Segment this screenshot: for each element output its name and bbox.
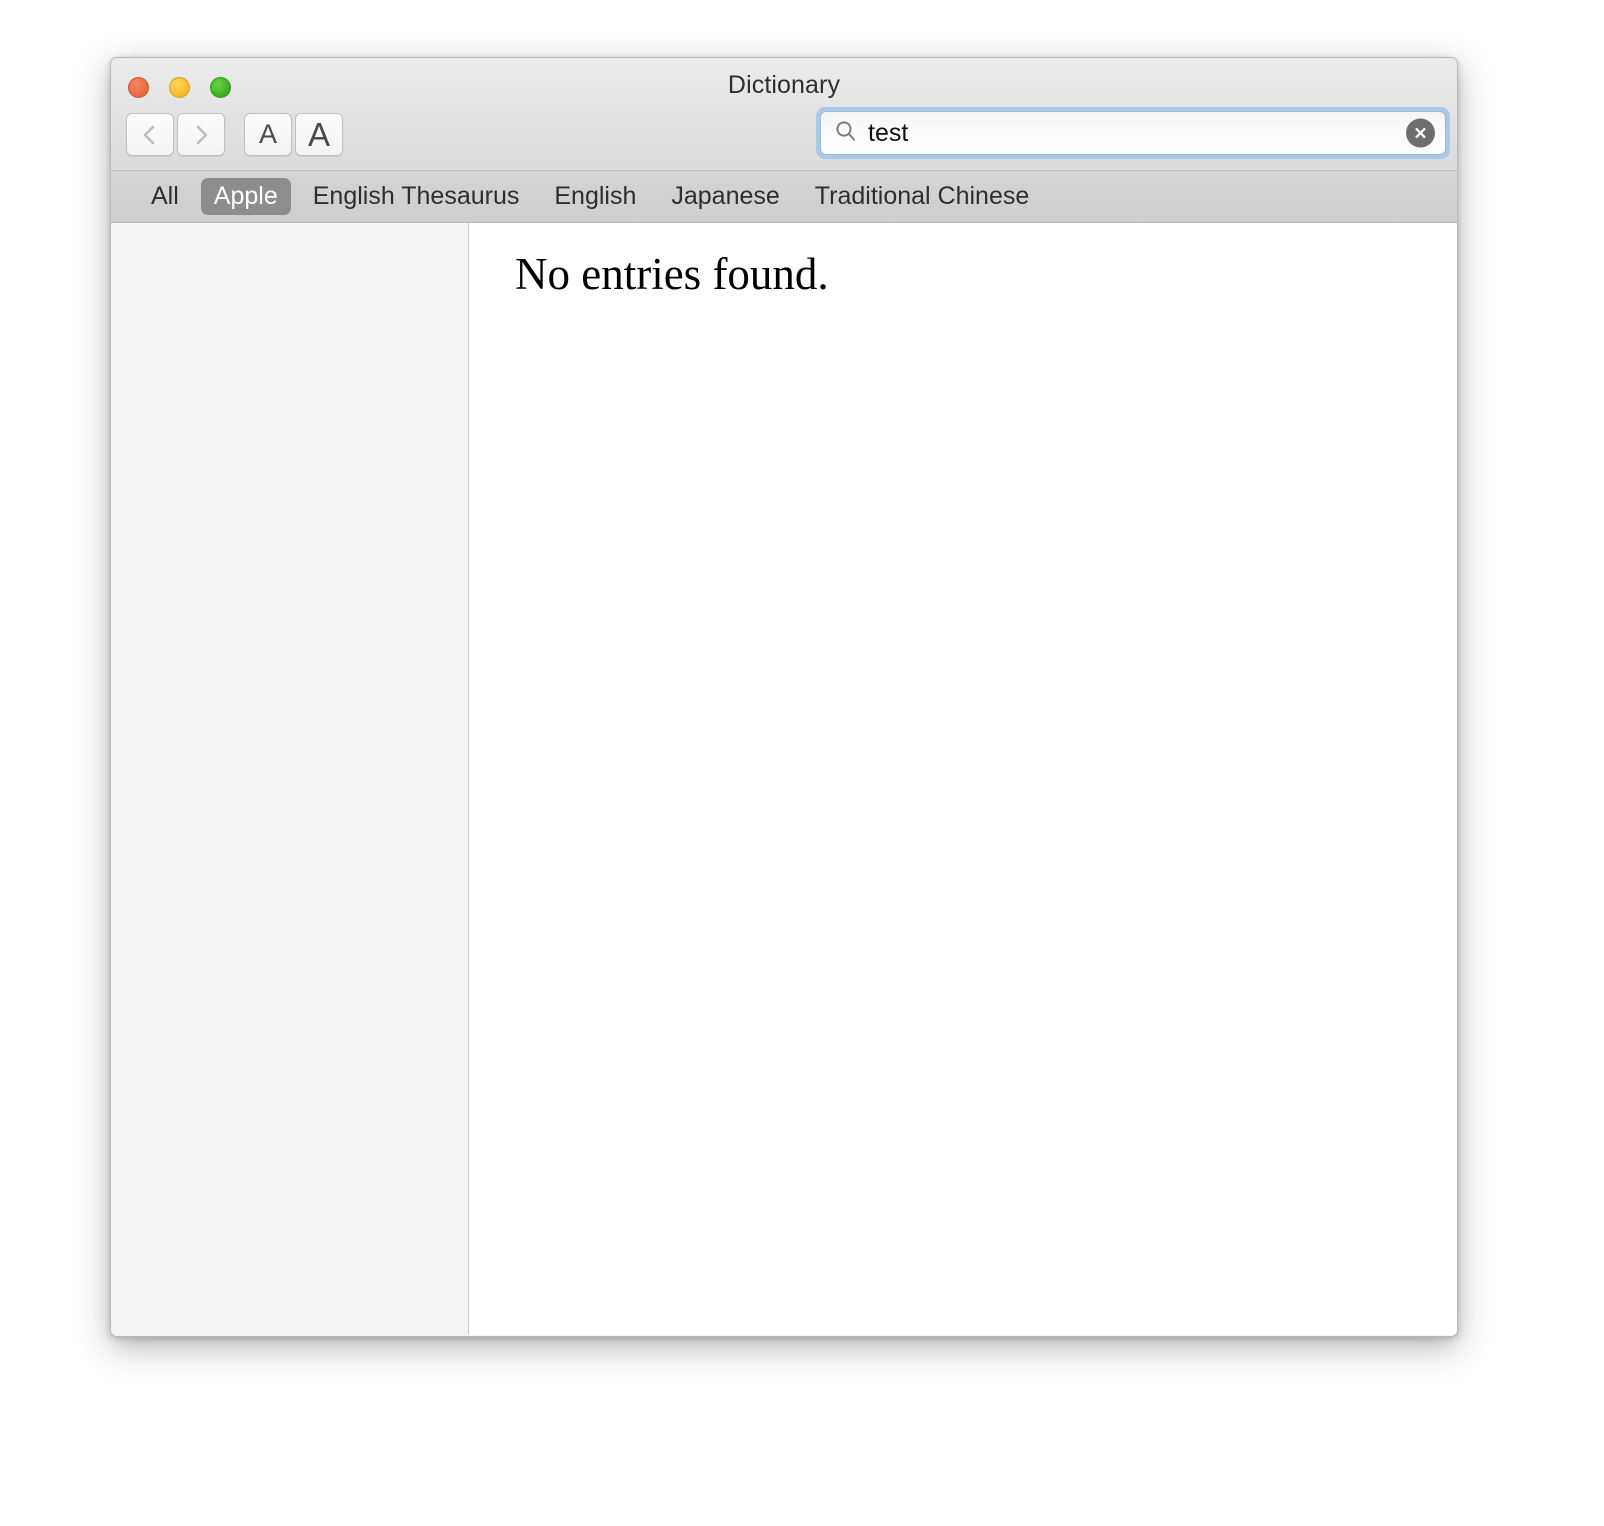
window-body: No entries found. [111, 223, 1457, 1335]
font-size-button-group: A A [244, 113, 343, 156]
tab-traditional-chinese[interactable]: Traditional Chinese [802, 178, 1042, 215]
chevron-left-icon [140, 123, 160, 147]
window-title: Dictionary [727, 71, 841, 99]
search-input-value[interactable]: test [868, 119, 1445, 148]
definition-content-pane: No entries found. [469, 223, 1457, 1335]
dictionary-tab-bar: All Apple English Thesaurus English Japa… [111, 171, 1457, 223]
tab-all[interactable]: All [138, 178, 192, 215]
search-field-focus-ring: test [816, 107, 1450, 159]
tab-english[interactable]: English [541, 178, 649, 215]
clear-search-icon[interactable] [1406, 118, 1435, 148]
search-icon [834, 119, 858, 148]
navigation-button-group [126, 113, 225, 156]
font-smaller-label: A [258, 119, 277, 149]
back-button[interactable] [126, 113, 174, 156]
tab-apple[interactable]: Apple [200, 178, 291, 215]
tab-english-thesaurus[interactable]: English Thesaurus [300, 178, 533, 215]
chevron-right-icon [191, 123, 211, 147]
results-sidebar[interactable] [111, 223, 469, 1335]
tab-japanese[interactable]: Japanese [658, 178, 792, 215]
decrease-font-size-button[interactable]: A [244, 113, 292, 156]
window-titlebar: Dictionary A A test [111, 58, 1457, 171]
search-field[interactable]: test [820, 111, 1446, 155]
increase-font-size-button[interactable]: A [295, 113, 343, 156]
dictionary-window: Dictionary A A test All Apple English Th… [110, 57, 1458, 1337]
font-larger-label: A [307, 116, 330, 153]
forward-button[interactable] [177, 113, 225, 156]
no-entries-message: No entries found. [515, 249, 829, 299]
